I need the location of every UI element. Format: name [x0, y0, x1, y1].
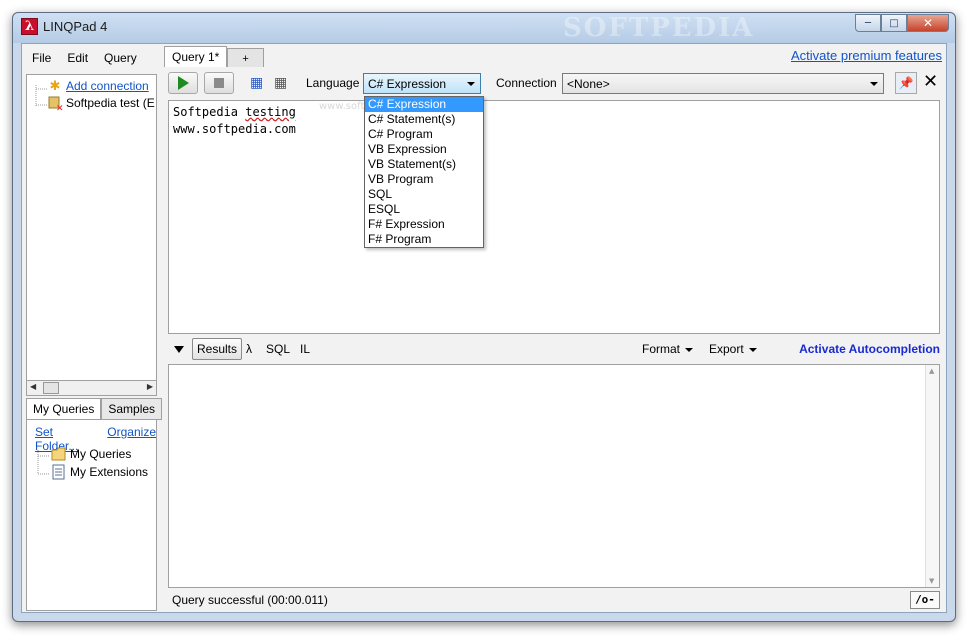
close-icon[interactable]: ✕	[907, 14, 949, 32]
watermark-text: SOFTPEDIA	[563, 13, 755, 43]
minimize-icon[interactable]: ─	[855, 14, 881, 32]
code-line-1-text: Softpedia testing	[173, 105, 296, 119]
status-text: Query successful (00:00.011)	[172, 593, 328, 607]
chevron-down-icon	[467, 82, 475, 86]
tree-lines	[37, 450, 49, 475]
window-controls: ─ □ ✕	[855, 14, 949, 32]
code-line-2: www.softpedia.com	[173, 122, 296, 136]
connection-item[interactable]: ✕ Softpedia test (E	[47, 95, 155, 111]
scroll-down-icon[interactable]: ▼	[929, 577, 934, 585]
menu-edit[interactable]: Edit	[61, 49, 94, 67]
client-area: File Edit Query ✱ Add connection ✕ Softp…	[21, 43, 947, 613]
chevron-down-icon	[748, 347, 757, 352]
linqpad-window: λ LINQPad 4 SOFTPEDIA ─ □ ✕ File Edit Qu…	[12, 12, 956, 622]
language-select[interactable]: C# Expression	[363, 73, 481, 94]
my-queries-folder[interactable]: My Queries	[51, 446, 131, 462]
scroll-right-icon[interactable]: ▶	[147, 382, 153, 391]
tab-query-1[interactable]: Query 1*	[164, 46, 228, 67]
language-option[interactable]: VB Statement(s)	[365, 157, 483, 172]
window-title: LINQPad 4	[43, 19, 108, 34]
connections-pane: ✱ Add connection ✕ Softpedia test (E	[26, 74, 157, 388]
results-vscrollbar[interactable]: ▲ ▼	[925, 365, 939, 587]
format-menu[interactable]: Format	[642, 342, 694, 356]
folder-icon	[51, 446, 67, 462]
language-label: Language	[306, 76, 360, 90]
close-query-icon[interactable]: ✕	[923, 71, 938, 92]
connection-select[interactable]: <None>	[562, 73, 884, 94]
play-icon	[177, 76, 189, 90]
run-button[interactable]	[168, 72, 198, 94]
menu-file[interactable]: File	[26, 49, 57, 67]
my-extensions-item[interactable]: My Extensions	[51, 464, 148, 480]
database-error-icon: ✕	[47, 95, 63, 111]
rich-text-results-icon[interactable]: ▦	[250, 76, 266, 90]
il-tab[interactable]: IL	[300, 342, 310, 356]
add-connection-link[interactable]: Add connection	[66, 79, 149, 93]
language-option[interactable]: C# Program	[365, 127, 483, 142]
title-bar: λ LINQPad 4 SOFTPEDIA ─ □ ✕	[13, 13, 955, 43]
language-option[interactable]: VB Program	[365, 172, 483, 187]
stop-button[interactable]	[204, 72, 234, 94]
language-value: C# Expression	[368, 77, 447, 91]
scroll-up-icon[interactable]: ▲	[929, 367, 934, 375]
language-option[interactable]: C# Expression	[365, 97, 483, 112]
connections-hscrollbar[interactable]: ◀ ▶	[26, 380, 157, 396]
language-dropdown-list: C# Expression C# Statement(s) C# Program…	[364, 96, 484, 248]
code-line-1: Softpedia testing	[173, 104, 296, 121]
sql-tab[interactable]: SQL	[266, 342, 290, 356]
results-toolbar: Results λ SQL IL Format Export Activate …	[168, 338, 940, 362]
stop-icon	[214, 78, 224, 88]
connection-label: Softpedia test (E	[66, 96, 155, 110]
lambda-tab[interactable]: λ	[246, 342, 252, 356]
add-connection-icon: ✱	[49, 78, 61, 93]
format-label: Format	[642, 342, 681, 356]
activate-autocompletion-link[interactable]: Activate Autocompletion	[799, 342, 940, 356]
status-options-button[interactable]: /o-	[910, 591, 940, 609]
language-option[interactable]: VB Expression	[365, 142, 483, 157]
connection-label: Connection	[496, 76, 557, 90]
results-pane: ▲ ▼	[168, 364, 940, 588]
document-icon	[51, 464, 67, 480]
export-label: Export	[709, 342, 744, 356]
tab-samples[interactable]: Samples	[101, 398, 163, 420]
scroll-thumb[interactable]	[43, 382, 59, 394]
menu-query[interactable]: Query	[98, 49, 143, 67]
menu-bar: File Edit Query	[26, 49, 143, 67]
new-query-tab[interactable]: +	[227, 48, 264, 67]
query-toolbar: ▦ ▦ Language C# Expression Connection <N…	[168, 71, 940, 96]
collapse-results-icon[interactable]	[174, 346, 184, 353]
svg-text:✕: ✕	[56, 104, 63, 111]
add-connection-row[interactable]: ✱ Add connection	[47, 78, 149, 94]
language-option[interactable]: ESQL	[365, 202, 483, 217]
spellcheck-word: testing	[245, 105, 296, 119]
language-option[interactable]: C# Statement(s)	[365, 112, 483, 127]
language-option[interactable]: F# Program	[365, 232, 483, 247]
results-tab[interactable]: Results	[192, 338, 243, 360]
query-editor[interactable]: Softpedia testing www.softpedia.com www.…	[168, 100, 940, 334]
premium-features-link[interactable]: Activate premium features	[791, 48, 942, 63]
maximize-icon[interactable]: □	[881, 14, 907, 32]
language-option[interactable]: F# Expression	[365, 217, 483, 232]
connection-value: <None>	[567, 77, 610, 91]
chevron-down-icon	[870, 82, 878, 86]
language-option[interactable]: SQL	[365, 187, 483, 202]
my-queries-pane: Set Folder... Organize My Queries My Ext…	[26, 419, 157, 611]
chevron-down-icon	[685, 347, 694, 352]
query-tabs: Query 1* +	[164, 46, 264, 67]
pin-icon: 📌	[898, 76, 914, 90]
code-text[interactable]: Softpedia testing www.softpedia.com	[173, 104, 296, 138]
extensions-label: My Extensions	[70, 465, 149, 479]
pin-button[interactable]: 📌	[895, 72, 917, 94]
tab-my-queries[interactable]: My Queries	[26, 398, 102, 420]
grid-results-icon[interactable]: ▦	[274, 76, 290, 90]
scroll-left-icon[interactable]: ◀	[30, 382, 36, 391]
query-explorer-tabs: My Queries Samples	[26, 398, 163, 420]
lambda-app-icon: λ	[21, 18, 38, 35]
export-menu[interactable]: Export	[709, 342, 757, 356]
folder-label: My Queries	[70, 447, 132, 461]
